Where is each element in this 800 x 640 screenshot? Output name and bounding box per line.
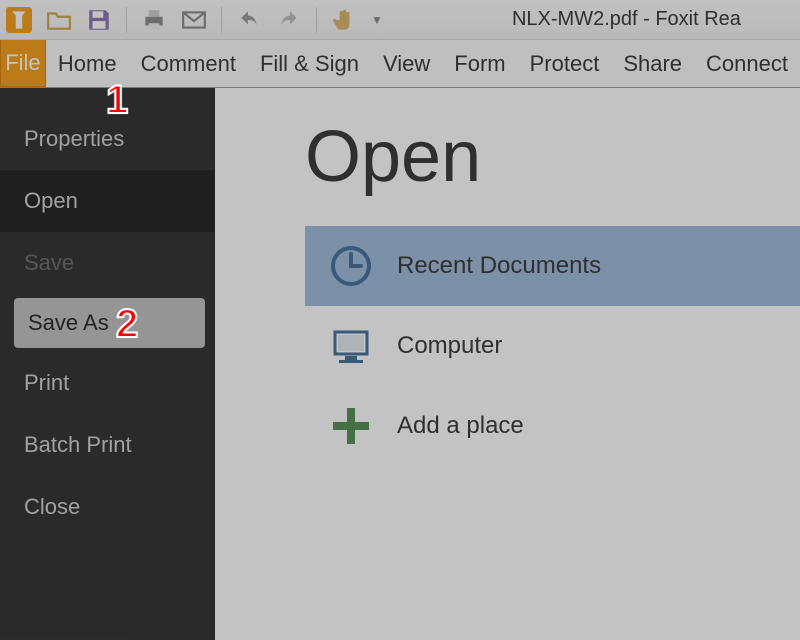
backstage-main: Open Recent Documents Computer Add a pla…: [215, 88, 800, 640]
quick-access-toolbar: ▼ NLX-MW2.pdf - Foxit Rea: [0, 0, 800, 40]
backstage-body: Properties Open Save Save As Print Batch…: [0, 88, 800, 640]
tab-comment[interactable]: Comment: [129, 40, 248, 87]
qat-separator: [316, 7, 317, 33]
sidebar-item-save-as[interactable]: Save As: [14, 298, 205, 348]
tab-fill-sign[interactable]: Fill & Sign: [248, 40, 371, 87]
qat-separator: [221, 7, 222, 33]
open-row-label: Computer: [397, 332, 502, 360]
sidebar-item-print[interactable]: Print: [0, 352, 215, 414]
open-file-icon[interactable]: [46, 7, 72, 33]
open-row-add-place[interactable]: Add a place: [305, 386, 800, 466]
sidebar-item-properties[interactable]: Properties: [0, 108, 215, 170]
sidebar-item-open[interactable]: Open: [0, 170, 215, 232]
qat-separator: [126, 7, 127, 33]
tab-home[interactable]: Home: [46, 40, 129, 87]
open-row-label: Recent Documents: [397, 252, 601, 280]
sidebar-item-close[interactable]: Close: [0, 476, 215, 538]
plus-icon: [327, 402, 375, 450]
redo-icon[interactable]: [276, 7, 302, 33]
print-icon[interactable]: [141, 7, 167, 33]
tab-form[interactable]: Form: [442, 40, 517, 87]
ribbon-tabs: File Home Comment Fill & Sign View Form …: [0, 40, 800, 88]
computer-icon: [327, 322, 375, 370]
window-title: NLX-MW2.pdf - Foxit Rea: [393, 8, 800, 31]
tab-share[interactable]: Share: [611, 40, 694, 87]
qat-icons: ▼: [6, 7, 383, 33]
tab-connect[interactable]: Connect: [694, 40, 800, 87]
foxit-logo-icon: [6, 7, 32, 33]
undo-icon[interactable]: [236, 7, 262, 33]
save-icon[interactable]: [86, 7, 112, 33]
open-row-label: Add a place: [397, 412, 524, 440]
tab-view[interactable]: View: [371, 40, 442, 87]
open-row-recent[interactable]: Recent Documents: [305, 226, 800, 306]
file-tab[interactable]: File: [0, 40, 46, 87]
backstage-sidebar: Properties Open Save Save As Print Batch…: [0, 88, 215, 640]
tab-protect[interactable]: Protect: [518, 40, 612, 87]
sidebar-item-batch-print[interactable]: Batch Print: [0, 414, 215, 476]
qat-dropdown-icon[interactable]: ▼: [371, 13, 383, 27]
open-row-computer[interactable]: Computer: [305, 306, 800, 386]
hand-tool-icon[interactable]: [331, 7, 357, 33]
sidebar-item-save: Save: [0, 232, 215, 294]
page-title: Open: [305, 116, 800, 198]
clock-icon: [327, 242, 375, 290]
mail-icon[interactable]: [181, 7, 207, 33]
